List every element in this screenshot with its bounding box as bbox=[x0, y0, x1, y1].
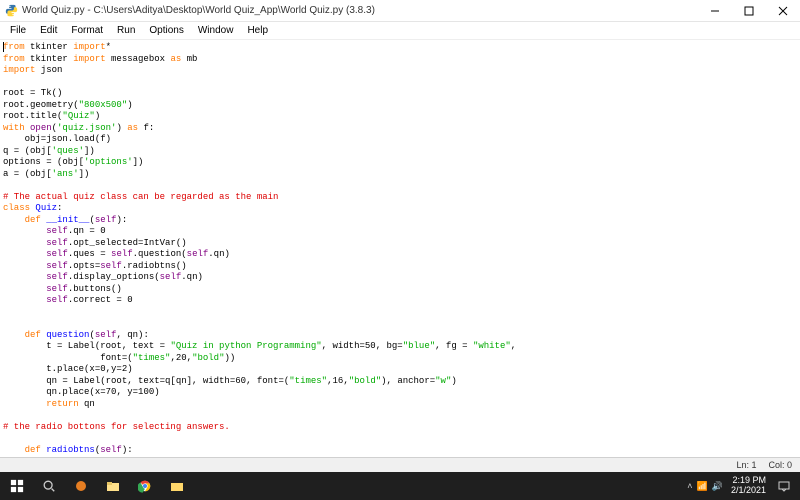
status-col: Col: 0 bbox=[768, 460, 792, 470]
start-button[interactable] bbox=[2, 472, 32, 500]
taskbar-chrome[interactable] bbox=[130, 472, 160, 500]
taskbar: ˄ 📶 🔊 2:19 PM 2/1/2021 bbox=[0, 472, 800, 500]
menu-format[interactable]: Format bbox=[65, 23, 109, 38]
menu-options[interactable]: Options bbox=[143, 23, 189, 38]
window-controls bbox=[698, 0, 800, 21]
taskbar-file-explorer[interactable] bbox=[98, 472, 128, 500]
status-bar: Ln: 1 Col: 0 bbox=[0, 457, 800, 472]
tray-chevron-up-icon[interactable]: ˄ bbox=[687, 481, 692, 491]
clock-date: 2/1/2021 bbox=[731, 486, 766, 496]
window-title: World Quiz.py - C:\Users\Aditya\Desktop\… bbox=[22, 5, 698, 16]
menu-run[interactable]: Run bbox=[111, 23, 141, 38]
menu-file[interactable]: File bbox=[4, 23, 32, 38]
code-editor[interactable]: from tkinter import* from tkinter import… bbox=[0, 40, 800, 457]
title-bar: World Quiz.py - C:\Users\Aditya\Desktop\… bbox=[0, 0, 800, 22]
close-button[interactable] bbox=[766, 0, 800, 21]
menu-help[interactable]: Help bbox=[241, 23, 274, 38]
tray-wifi-icon[interactable]: 📶 bbox=[697, 481, 708, 492]
status-line: Ln: 1 bbox=[736, 460, 756, 470]
menu-edit[interactable]: Edit bbox=[34, 23, 63, 38]
taskbar-search-icon[interactable] bbox=[34, 472, 64, 500]
menu-bar: File Edit Format Run Options Window Help bbox=[0, 22, 800, 40]
taskbar-app-1[interactable] bbox=[66, 472, 96, 500]
python-idle-icon bbox=[4, 4, 18, 18]
taskbar-clock[interactable]: 2:19 PM 2/1/2021 bbox=[731, 476, 766, 496]
tray-volume-icon[interactable]: 🔊 bbox=[712, 481, 723, 492]
system-tray[interactable]: ˄ 📶 🔊 bbox=[687, 481, 723, 492]
menu-window[interactable]: Window bbox=[192, 23, 240, 38]
minimize-button[interactable] bbox=[698, 0, 732, 21]
text-cursor bbox=[3, 42, 4, 52]
notifications-button[interactable] bbox=[774, 472, 794, 500]
maximize-button[interactable] bbox=[732, 0, 766, 21]
taskbar-folder[interactable] bbox=[162, 472, 192, 500]
